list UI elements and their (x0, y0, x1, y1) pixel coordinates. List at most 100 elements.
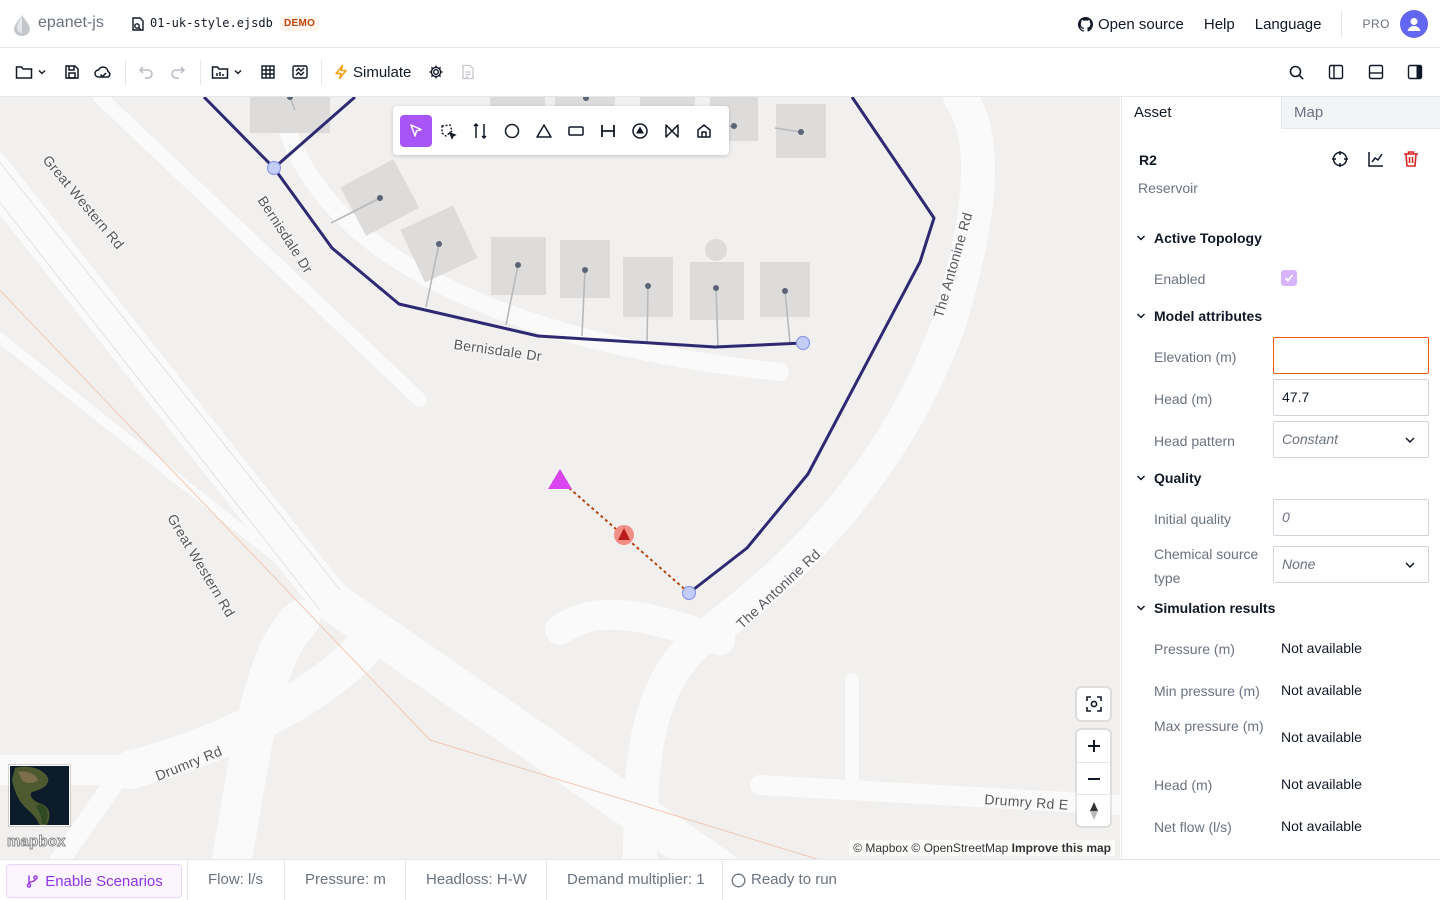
junction-tool-button[interactable] (496, 115, 528, 147)
select-tool-button[interactable] (400, 115, 432, 147)
search-icon (1289, 65, 1304, 80)
undo-icon (138, 66, 153, 79)
area-select-tool-button[interactable] (432, 115, 464, 147)
result-label: Min pressure (m) (1154, 683, 1260, 699)
satellite-thumbnail (10, 766, 69, 825)
redo-button[interactable] (168, 60, 188, 84)
result-value: Not available (1281, 729, 1362, 745)
head-pattern-select[interactable]: Constant (1273, 421, 1429, 458)
connect-tool-button[interactable] (464, 115, 496, 147)
open-menu-button[interactable] (14, 60, 48, 84)
github-icon (1078, 16, 1093, 32)
report-button[interactable] (458, 60, 478, 84)
delete-asset-button[interactable] (1403, 150, 1423, 170)
demand-multiplier[interactable]: Demand multiplier: 1 (567, 860, 705, 900)
compare-icon (292, 65, 308, 79)
pipe-icon (601, 125, 615, 137)
asset-panel: Asset Map R2 Reservoir Active Topology E… (1121, 97, 1440, 859)
asset-type: Reservoir (1138, 180, 1198, 196)
enabled-label: Enabled (1154, 271, 1206, 287)
enabled-checkbox[interactable] (1281, 270, 1297, 286)
avatar[interactable] (1400, 10, 1428, 38)
improve-map-link[interactable]: Improve this map (1012, 841, 1111, 855)
file-name[interactable]: 01-uk-style.ejsdb (150, 16, 273, 30)
asset-chart-button[interactable] (1367, 150, 1387, 170)
pump-tool-button[interactable] (624, 115, 656, 147)
pipe-tool-button[interactable] (592, 115, 624, 147)
settings-icon (429, 65, 443, 79)
toolbar-divider (321, 60, 322, 85)
section-model-attributes[interactable]: Model attributes (1136, 308, 1262, 324)
save-cloud-icon (94, 66, 111, 78)
customer-tool-button[interactable] (688, 115, 720, 147)
connect-icon (473, 122, 487, 140)
head-pattern-value: Constant (1282, 431, 1339, 447)
app-name: epanet-js (38, 14, 104, 31)
result-label: Max pressure (m) (1154, 718, 1264, 734)
initial-quality-input[interactable]: 0 (1273, 499, 1429, 536)
tab-map[interactable]: Map (1281, 97, 1440, 129)
section-title: Active Topology (1154, 230, 1262, 246)
pump-icon (632, 123, 648, 139)
zoom-in-button[interactable] (1077, 730, 1110, 762)
elevation-label: Elevation (m) (1154, 349, 1237, 365)
chevron-down-icon (1405, 562, 1415, 569)
language-link[interactable]: Language (1255, 16, 1322, 33)
chemical-source-label: Chemical source type (1154, 546, 1259, 586)
result-label: Pressure (m) (1154, 641, 1235, 657)
main-toolbar: Simulate (0, 48, 1440, 97)
flow-units[interactable]: Flow: l/s (208, 860, 263, 900)
section-active-topology[interactable]: Active Topology (1136, 230, 1262, 246)
head-input[interactable]: 47.7 (1273, 379, 1429, 416)
right-panel-icon (1407, 64, 1423, 80)
valve-tool-button[interactable] (656, 115, 688, 147)
section-simulation-results[interactable]: Simulation results (1136, 600, 1275, 616)
section-title: Model attributes (1154, 308, 1263, 324)
map-canvas[interactable]: Great Western Rd Bernisdale Dr Bernisdal… (0, 97, 1120, 859)
save-button[interactable] (62, 60, 82, 84)
table-button[interactable] (258, 60, 278, 84)
zoom-out-button[interactable] (1077, 762, 1110, 794)
simulate-button[interactable]: Simulate (333, 60, 415, 84)
focus-icon (1085, 696, 1102, 712)
enable-scenarios-button[interactable]: Enable Scenarios (6, 864, 182, 898)
headloss-formula[interactable]: Headloss: H-W (426, 860, 527, 900)
tab-asset[interactable]: Asset (1122, 97, 1281, 129)
result-label: Head (m) (1154, 777, 1213, 793)
compass-button[interactable] (1077, 794, 1110, 826)
pressure-units[interactable]: Pressure: m (305, 860, 386, 900)
left-panel-icon (1328, 64, 1344, 80)
tank-tool-button[interactable] (560, 115, 592, 147)
open-source-link[interactable]: Open source (1078, 16, 1184, 33)
section-title: Simulation results (1154, 600, 1276, 616)
zoom-control (1077, 730, 1110, 826)
compare-button[interactable] (290, 60, 310, 84)
zoom-to-asset-button[interactable] (1331, 150, 1351, 170)
toggle-right-panel-button[interactable] (1405, 60, 1425, 84)
lightning-icon (335, 64, 347, 80)
elevation-input[interactable] (1273, 337, 1429, 374)
undo-button[interactable] (136, 60, 156, 84)
simulation-settings-button[interactable] (426, 60, 446, 84)
save-as-button[interactable] (93, 60, 113, 84)
attribution-text[interactable]: © Mapbox © OpenStreetMap (853, 841, 1008, 855)
toggle-left-panel-button[interactable] (1326, 60, 1346, 84)
basemap (0, 97, 1120, 859)
locate-button[interactable] (1077, 688, 1110, 720)
reservoir-tool-button[interactable] (528, 115, 560, 147)
chevron-down-icon (1136, 605, 1146, 611)
trash-icon (1404, 151, 1418, 167)
simulation-status: Ready to run (731, 860, 837, 900)
chemical-source-select[interactable]: None (1273, 546, 1429, 583)
section-quality[interactable]: Quality (1136, 470, 1201, 486)
pro-badge: PRO (1362, 17, 1390, 31)
mapbox-logo[interactable]: mapbox (7, 833, 67, 851)
initial-quality-label: Initial quality (1154, 511, 1232, 527)
search-button[interactable] (1286, 60, 1306, 84)
help-link[interactable]: Help (1204, 16, 1235, 33)
toggle-bottom-panel-button[interactable] (1366, 60, 1386, 84)
simulate-label: Simulate (353, 63, 412, 81)
status-circle-icon (731, 873, 746, 887)
import-menu-button[interactable] (210, 60, 244, 84)
satellite-minimap[interactable] (9, 765, 70, 826)
